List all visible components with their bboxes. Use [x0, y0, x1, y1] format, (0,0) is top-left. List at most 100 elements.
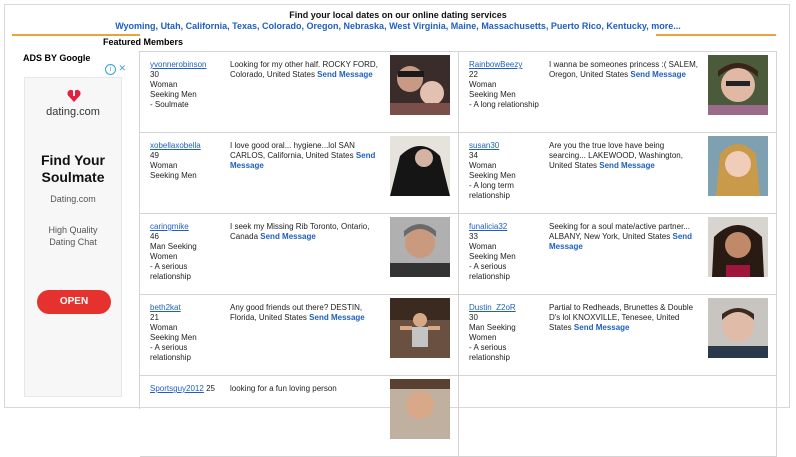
- ad-close-icon[interactable]: ✕: [118, 63, 126, 74]
- member-line2: Seeking Men: [150, 333, 197, 342]
- send-message-link[interactable]: Send Message: [309, 313, 365, 322]
- member-message: Partial to Redheads, Brunettes & Double …: [549, 303, 699, 333]
- member-card: RainbowBeezy 22 Woman Seeking Men - A lo…: [459, 52, 777, 133]
- state-link[interactable]: Oregon: [307, 21, 339, 31]
- state-link[interactable]: Maine: [451, 21, 477, 31]
- member-photo[interactable]: [390, 379, 450, 439]
- member-username-link[interactable]: RainbowBeezy: [469, 60, 522, 69]
- send-message-link[interactable]: Send Message: [574, 323, 630, 332]
- member-card: xobellaxobella 49 Woman Seeking Men I lo…: [140, 133, 459, 214]
- member-line1: Woman: [150, 323, 178, 332]
- member-username-link[interactable]: beth2kat: [150, 303, 181, 312]
- member-line1: Woman: [469, 80, 497, 89]
- state-link[interactable]: more...: [651, 21, 681, 31]
- state-link[interactable]: West Virginia: [389, 21, 446, 31]
- member-info: Sportsguy2012 25: [150, 384, 226, 394]
- member-card: beth2kat 21 Woman Seeking Men - A seriou…: [140, 295, 459, 376]
- member-info: xobellaxobella 49 Woman Seeking Men: [150, 141, 226, 181]
- member-info: susan30 34 Woman Seeking Men - A long te…: [469, 141, 545, 201]
- page-heading: Find your local dates on our online dati…: [289, 10, 507, 20]
- member-message-text: Seeking for a soul mate/active partner..…: [549, 222, 690, 241]
- member-line3: - A long relationship: [469, 100, 539, 109]
- member-photo[interactable]: [708, 136, 768, 196]
- member-username-link[interactable]: yvonnerobinson: [150, 60, 206, 69]
- state-link[interactable]: Nebraska: [344, 21, 385, 31]
- ad-desc-line2: Dating Chat: [49, 237, 97, 247]
- member-line1: Man Seeking: [150, 242, 197, 251]
- member-line2: Seeking Men: [150, 171, 197, 180]
- member-line3: - A serious relationship: [469, 343, 510, 362]
- member-username-link[interactable]: xobellaxobella: [150, 141, 201, 150]
- ad-headline: Find Your Soulmate: [25, 152, 121, 186]
- member-info: Dustin_Z2oR 30 Man Seeking Women - A ser…: [469, 303, 545, 363]
- member-message: Any good friends out there? DESTIN, Flor…: [230, 303, 380, 323]
- member-photo[interactable]: [708, 217, 768, 277]
- member-info: caringmike 46 Man Seeking Women - A seri…: [150, 222, 226, 282]
- member-username-link[interactable]: Dustin_Z2oR: [469, 303, 516, 312]
- member-line3: - Soulmate: [150, 100, 189, 109]
- ad-banner[interactable]: dating.com Find Your Soulmate Dating.com…: [24, 77, 122, 397]
- member-age: 33: [469, 232, 478, 241]
- member-line1: Woman: [469, 242, 497, 251]
- member-line3: - A long term relationship: [469, 181, 514, 200]
- member-message: I seek my Missing Rib Toronto, Ontario, …: [230, 222, 380, 242]
- member-line3: - A serious relationship: [469, 262, 510, 281]
- member-message: I love good oral... hygiene...lol SAN CA…: [230, 141, 380, 171]
- state-link[interactable]: California: [186, 21, 228, 31]
- ad-info-icon[interactable]: i: [105, 64, 116, 75]
- state-link[interactable]: Colorado: [262, 21, 302, 31]
- ad-domain: Dating.com: [50, 194, 96, 204]
- send-message-link[interactable]: Send Message: [317, 70, 373, 79]
- member-photo[interactable]: [390, 298, 450, 358]
- member-info: beth2kat 21 Woman Seeking Men - A seriou…: [150, 303, 226, 363]
- member-line1: Woman: [150, 80, 178, 89]
- member-photo[interactable]: [390, 55, 450, 115]
- member-line2: Seeking Men: [150, 90, 197, 99]
- member-info: yvonnerobinson 30 Woman Seeking Men - So…: [150, 60, 226, 110]
- member-photo[interactable]: [390, 217, 450, 277]
- member-line2: Women: [150, 252, 178, 261]
- member-username-link[interactable]: Sportsguy2012: [150, 384, 204, 393]
- member-age: 30: [150, 70, 159, 79]
- ad-open-button[interactable]: OPEN: [37, 290, 111, 314]
- state-link[interactable]: Massachusetts: [481, 21, 546, 31]
- member-age: 25: [206, 384, 215, 393]
- member-username-link[interactable]: susan30: [469, 141, 499, 150]
- member-message: Are you the true love have being searcin…: [549, 141, 699, 171]
- member-message-text: looking for a fun loving person: [230, 384, 337, 393]
- ads-label: ADS BY Google: [23, 53, 91, 63]
- member-photo[interactable]: [708, 55, 768, 115]
- member-card: caringmike 46 Man Seeking Women - A seri…: [140, 214, 459, 295]
- ad-desc-line1: High Quality: [48, 225, 98, 235]
- member-card: Dustin_Z2oR 30 Man Seeking Women - A ser…: [459, 295, 777, 376]
- member-photo[interactable]: [708, 298, 768, 358]
- state-link[interactable]: Utah: [161, 21, 181, 31]
- ad-brand: dating.com: [46, 106, 100, 118]
- member-card: susan30 34 Woman Seeking Men - A long te…: [459, 133, 777, 214]
- state-links: Wyoming, Utah, California, Texas, Colora…: [0, 21, 796, 31]
- member-username-link[interactable]: caringmike: [150, 222, 189, 231]
- member-info: funalicia32 33 Woman Seeking Men - A ser…: [469, 222, 545, 282]
- featured-members-title: Featured Members: [103, 37, 184, 47]
- member-line1: Woman: [469, 161, 497, 170]
- send-message-link[interactable]: Send Message: [260, 232, 316, 241]
- send-message-link[interactable]: Send Message: [630, 70, 686, 79]
- member-line2: Seeking Men: [469, 171, 516, 180]
- state-link[interactable]: Puerto Rico: [551, 21, 602, 31]
- member-line3: - A serious relationship: [150, 262, 191, 281]
- members-grid: yvonnerobinson 30 Woman Seeking Men - So…: [139, 51, 777, 457]
- state-link[interactable]: Wyoming: [115, 21, 155, 31]
- member-username-link[interactable]: funalicia32: [469, 222, 507, 231]
- member-card: yvonnerobinson 30 Woman Seeking Men - So…: [140, 52, 459, 133]
- member-message: Looking for my other half. ROCKY FORD, C…: [230, 60, 380, 80]
- member-line1: Man Seeking: [469, 323, 516, 332]
- ad-controls: i ✕: [24, 63, 128, 75]
- state-link[interactable]: Texas: [232, 21, 257, 31]
- member-photo[interactable]: [390, 136, 450, 196]
- member-message: looking for a fun loving person: [230, 384, 380, 394]
- member-message: I wanna be someones princess :( SALEM, O…: [549, 60, 699, 80]
- member-line1: Woman: [150, 161, 178, 170]
- state-link[interactable]: Kentucky: [606, 21, 646, 31]
- member-card: Sportsguy2012 25 looking for a fun lovin…: [140, 376, 459, 457]
- send-message-link[interactable]: Send Message: [599, 161, 655, 170]
